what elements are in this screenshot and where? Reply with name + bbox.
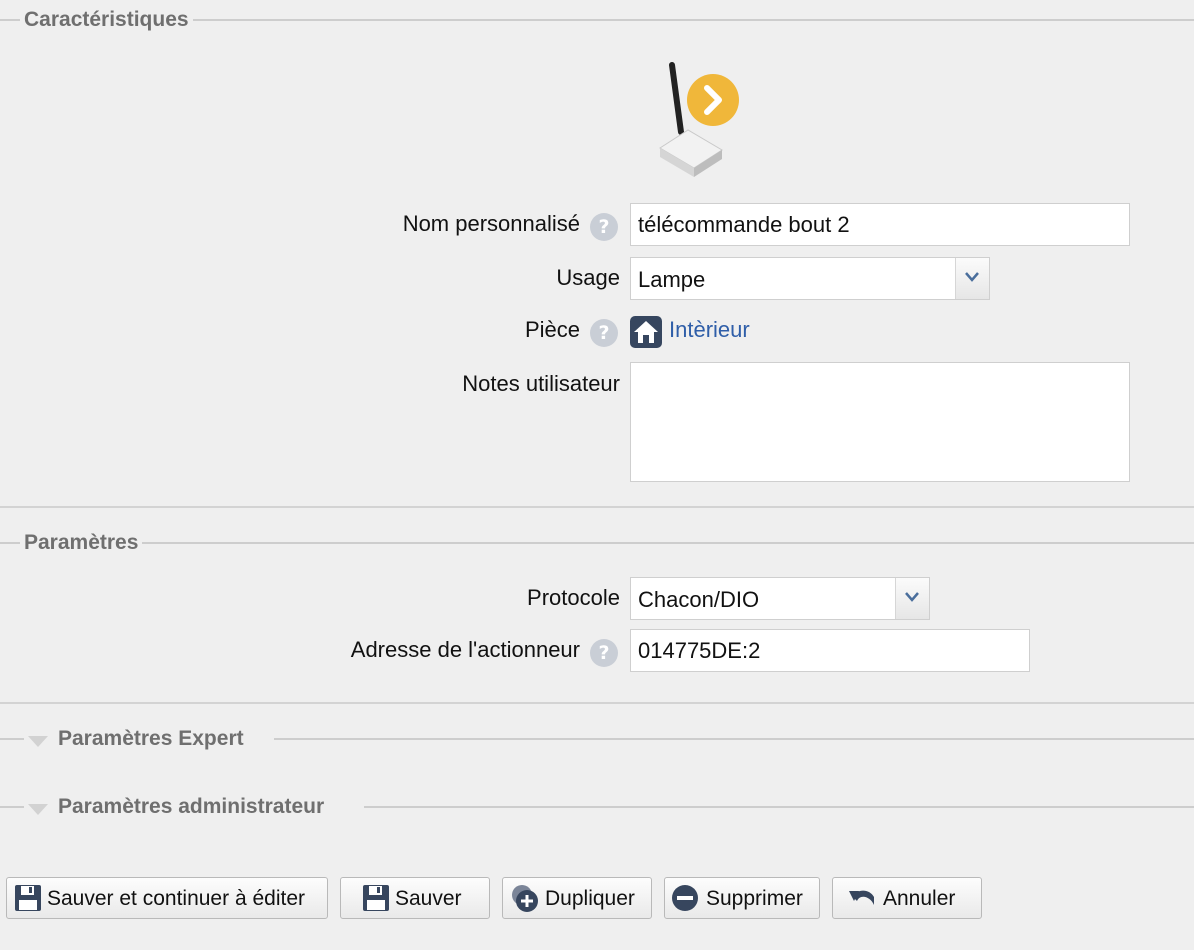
triangle-down-icon	[28, 804, 48, 815]
section-title-characteristics: Caractéristiques	[20, 8, 193, 32]
delete-label: Supprimer	[706, 887, 803, 910]
protocol-select[interactable]: Chacon/DIO	[630, 577, 930, 620]
duplicate-label: Dupliquer	[545, 887, 635, 910]
duplicate-plus-icon	[512, 885, 538, 912]
section-separator	[0, 506, 1194, 508]
cancel-label: Annuler	[883, 887, 956, 910]
custom-name-label: Nom personnalisé	[402, 211, 580, 236]
address-input[interactable]: 014775DE:2	[630, 629, 1030, 672]
cancel-button[interactable]: Annuler	[832, 877, 982, 919]
protocol-selected-value: Chacon/DIO	[638, 587, 760, 612]
minus-circle-icon	[672, 885, 698, 911]
chevron-down-icon[interactable]	[895, 578, 929, 619]
help-icon[interactable]: ?	[590, 639, 618, 667]
save-continue-label: Sauver et continuer à éditer	[47, 887, 305, 910]
section-divider	[0, 542, 1194, 544]
duplicate-button[interactable]: Dupliquer	[502, 877, 652, 919]
chevron-down-icon[interactable]	[955, 258, 989, 299]
section-separator	[0, 702, 1194, 704]
section-title-parameters: Paramètres	[20, 531, 143, 555]
room-label: Pièce	[524, 317, 580, 342]
custom-name-input[interactable]: télécommande bout 2	[630, 203, 1130, 246]
help-icon[interactable]: ?	[590, 319, 618, 347]
house-icon	[630, 316, 662, 348]
rf-transmitter-icon	[652, 60, 747, 180]
save-button[interactable]: Sauver	[340, 877, 490, 919]
floppy-disk-icon	[363, 885, 389, 911]
notes-label: Notes utilisateur	[462, 371, 620, 396]
address-label: Adresse de l'actionneur	[350, 637, 580, 662]
section-expert-header[interactable]: Paramètres Expert	[24, 727, 274, 753]
triangle-down-icon	[28, 736, 48, 747]
floppy-disk-icon	[15, 885, 41, 911]
help-icon[interactable]: ?	[590, 213, 618, 241]
usage-select[interactable]: Lampe	[630, 257, 990, 300]
undo-icon	[849, 890, 874, 905]
save-label: Sauver	[395, 887, 462, 910]
save-continue-button[interactable]: Sauver et continuer à éditer	[6, 877, 328, 919]
usage-selected-value: Lampe	[638, 267, 706, 292]
section-admin-header[interactable]: Paramètres administrateur	[24, 795, 364, 821]
section-title-expert: Paramètres Expert	[54, 727, 248, 751]
delete-button[interactable]: Supprimer	[664, 877, 820, 919]
usage-label: Usage	[556, 265, 620, 290]
room-link[interactable]: Intèrieur	[669, 317, 750, 343]
notes-textarea[interactable]	[630, 362, 1130, 482]
section-title-admin: Paramètres administrateur	[54, 795, 329, 819]
protocol-label: Protocole	[527, 585, 620, 610]
